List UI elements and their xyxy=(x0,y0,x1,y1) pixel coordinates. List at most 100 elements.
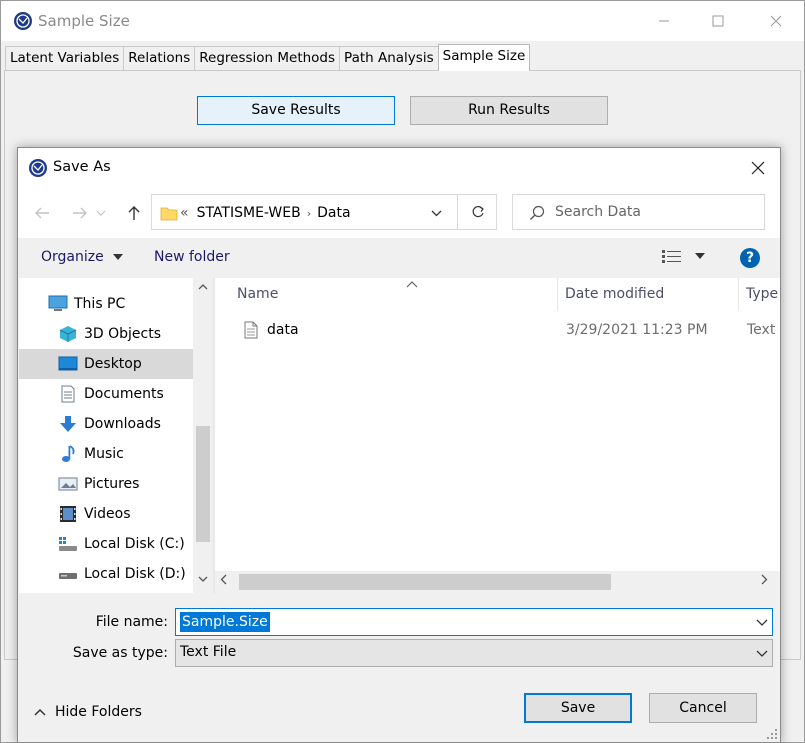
file-name-input[interactable]: Sample.Size xyxy=(175,608,773,636)
file-date-cell: 3/29/2021 11:23 PM xyxy=(566,322,708,338)
scroll-up-icon[interactable] xyxy=(193,282,213,298)
video-icon xyxy=(58,504,78,524)
tab-regression-methods[interactable]: Regression Methods xyxy=(194,46,341,71)
navigation-row: « STATISME-WEB › Data xyxy=(18,188,780,238)
save-button[interactable]: Save xyxy=(524,693,632,723)
nav-item-local-disk-c[interactable]: Local Disk (C:) xyxy=(19,529,193,559)
nav-label: Desktop xyxy=(84,356,142,372)
app-close-icon[interactable] xyxy=(753,1,799,41)
navigation-pane: This PC 3D Objects Desktop Documents Dow… xyxy=(19,278,193,593)
nav-label: 3D Objects xyxy=(84,326,162,342)
hscroll-thumb[interactable] xyxy=(239,574,611,590)
nav-item-desktop[interactable]: Desktop xyxy=(19,349,193,379)
tab-sample-size[interactable]: Sample Size xyxy=(437,44,531,71)
address-segment-data[interactable]: Data xyxy=(317,205,350,221)
new-folder-button[interactable]: New folder xyxy=(154,249,230,265)
nav-item-videos[interactable]: Videos xyxy=(19,499,193,529)
address-overflow[interactable]: « xyxy=(180,205,189,221)
save-results-button[interactable]: Save Results xyxy=(197,96,395,125)
dialog-titlebar: Save As xyxy=(18,148,780,188)
search-input[interactable] xyxy=(555,201,755,223)
save-as-type-select[interactable]: Text File xyxy=(175,639,773,667)
address-segment-statisme-web[interactable]: STATISME-WEB xyxy=(197,205,301,221)
navigation-scrollbar[interactable] xyxy=(193,278,213,593)
hide-folders-label: Hide Folders xyxy=(55,704,142,720)
nav-label: Local Disk (D:) xyxy=(84,566,186,582)
scroll-down-icon[interactable] xyxy=(193,574,213,590)
file-row[interactable]: data 3/29/2021 11:23 PM Text D xyxy=(215,318,780,344)
drive-d-icon xyxy=(58,564,78,584)
cube-icon xyxy=(58,324,78,344)
scroll-right-icon[interactable] xyxy=(761,574,768,588)
refresh-icon[interactable] xyxy=(457,195,497,229)
desktop-icon xyxy=(58,354,78,374)
download-icon xyxy=(58,414,78,434)
file-name-dropdown-icon[interactable] xyxy=(756,614,768,630)
tab-latent-variables[interactable]: Latent Variables xyxy=(5,46,125,71)
file-name-cell: data xyxy=(267,322,299,338)
maximize-icon[interactable] xyxy=(695,1,741,41)
forward-arrow-icon[interactable] xyxy=(68,201,92,225)
scroll-thumb[interactable] xyxy=(196,426,210,542)
back-arrow-icon[interactable] xyxy=(30,201,54,225)
nav-item-this-pc[interactable]: This PC xyxy=(19,289,193,319)
address-separator-icon: › xyxy=(306,207,312,220)
nav-label: Downloads xyxy=(84,416,161,432)
nav-item-3d-objects[interactable]: 3D Objects xyxy=(19,319,193,349)
nav-item-music[interactable]: Music xyxy=(19,439,193,469)
view-dropdown-icon xyxy=(695,253,706,259)
nav-label: Pictures xyxy=(84,476,140,492)
file-name-label: File name: xyxy=(95,614,168,630)
address-bar[interactable]: « STATISME-WEB › Data xyxy=(151,194,497,230)
cancel-button[interactable]: Cancel xyxy=(649,693,757,723)
minimize-icon[interactable] xyxy=(641,1,687,41)
document-icon xyxy=(58,384,78,404)
nav-item-documents[interactable]: Documents xyxy=(19,379,193,409)
dialog-close-icon[interactable] xyxy=(735,148,780,188)
address-path: « STATISME-WEB › Data xyxy=(180,205,351,221)
organize-button[interactable]: Organize xyxy=(41,249,124,265)
dialog-title: Save As xyxy=(53,159,111,175)
music-icon xyxy=(58,444,78,464)
help-icon[interactable]: ? xyxy=(740,248,760,268)
text-file-icon xyxy=(244,321,258,339)
dialog-logo-icon xyxy=(29,159,47,177)
file-name-value: Sample.Size xyxy=(180,612,270,632)
tab-relations[interactable]: Relations xyxy=(123,46,196,71)
run-results-button[interactable]: Run Results xyxy=(410,96,608,125)
nav-item-local-disk-d[interactable]: Local Disk (D:) xyxy=(19,559,193,589)
column-header-type[interactable]: Type xyxy=(739,278,780,311)
sort-ascending-icon xyxy=(406,281,418,288)
nav-item-downloads[interactable]: Downloads xyxy=(19,409,193,439)
dialog-toolbar: Organize New folder ? xyxy=(18,238,780,278)
hide-folders-button[interactable]: Hide Folders xyxy=(34,704,142,720)
app-titlebar: Sample Size xyxy=(1,1,804,41)
organize-dropdown-icon xyxy=(113,254,124,260)
resize-grip-icon[interactable] xyxy=(766,728,778,740)
nav-item-pictures[interactable]: Pictures xyxy=(19,469,193,499)
save-as-type-value: Text File xyxy=(180,644,237,660)
up-arrow-icon[interactable] xyxy=(122,201,146,225)
save-as-type-label: Save as type: xyxy=(72,645,168,661)
view-options-button[interactable] xyxy=(661,249,706,267)
column-header-name[interactable]: Name xyxy=(230,278,558,311)
column-header-date[interactable]: Date modified xyxy=(558,278,739,311)
nav-label: Videos xyxy=(84,506,131,522)
app-logo-icon xyxy=(14,12,32,30)
file-list: Name Date modified Type data 3/29/2021 1… xyxy=(215,278,780,571)
tab-bar: Latent Variables Relations Regression Me… xyxy=(5,44,531,71)
app-title: Sample Size xyxy=(38,12,130,30)
chevron-up-icon xyxy=(34,708,46,716)
view-list-icon xyxy=(662,250,681,263)
pc-icon xyxy=(48,294,68,314)
nav-label: Local Disk (C:) xyxy=(84,536,185,552)
search-box[interactable] xyxy=(512,194,765,230)
file-list-hscrollbar[interactable] xyxy=(215,571,780,593)
address-dropdown-icon[interactable] xyxy=(422,203,450,223)
scroll-left-icon[interactable] xyxy=(220,574,227,588)
picture-icon xyxy=(58,474,78,494)
folder-icon xyxy=(160,207,178,221)
tab-path-analysis[interactable]: Path Analysis xyxy=(339,46,439,71)
recent-chevron-icon[interactable] xyxy=(94,201,108,225)
column-name-label: Name xyxy=(237,286,279,302)
